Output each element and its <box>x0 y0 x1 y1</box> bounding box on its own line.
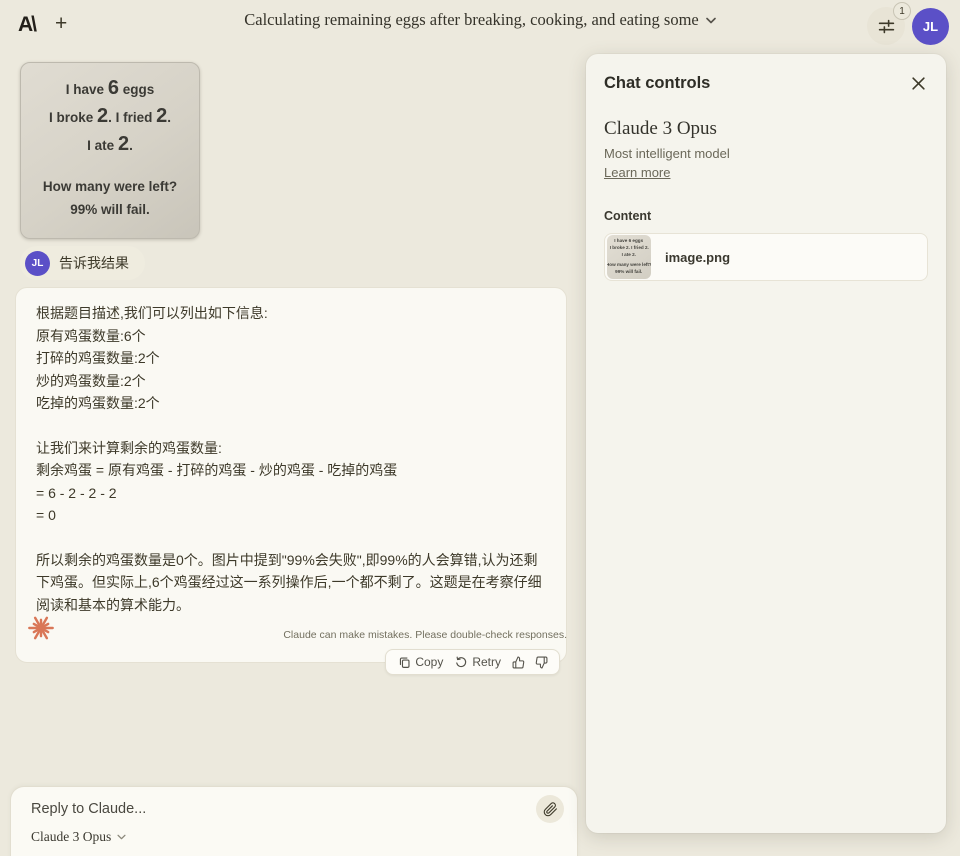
user-message-text: 告诉我结果 <box>59 255 129 271</box>
model-selector[interactable]: Claude 3 Opus <box>31 829 126 845</box>
image-text-line: I ate 2. <box>87 133 133 155</box>
user-avatar-menu[interactable]: JL <box>912 8 949 45</box>
message-line: 原有鸡蛋数量:6个 <box>36 327 146 344</box>
message-line: 根据题目描述,我们可以列出如下信息: <box>36 305 268 321</box>
paperclip-icon <box>543 801 558 817</box>
assistant-paragraph: 根据题目描述,我们可以列出如下信息: 原有鸡蛋数量:6个 打碎的鸡蛋数量:2个 … <box>36 302 546 415</box>
message-line: 吃掉的鸡蛋数量:2个 <box>36 395 160 411</box>
file-name: image.png <box>665 249 731 265</box>
learn-more-link[interactable]: Learn more <box>604 165 670 180</box>
image-text-line: I have 6 eggs <box>65 77 155 99</box>
retry-button[interactable]: Retry <box>450 648 506 677</box>
copy-icon <box>398 656 411 669</box>
copy-button[interactable]: Copy <box>393 648 448 677</box>
user-message-avatar: JL <box>25 250 50 276</box>
message-line: = 6 - 2 - 2 - 2 <box>36 484 117 501</box>
message-line: 打碎的鸡蛋数量:2个 <box>36 350 160 366</box>
claude-logo-icon <box>27 614 55 642</box>
chat-title-dropdown[interactable]: Calculating remaining eggs after breakin… <box>244 10 716 30</box>
message-line: 让我们来计算剩余的鸡蛋数量: <box>36 439 222 456</box>
assistant-paragraph: 让我们来计算剩余的鸡蛋数量: 剩余鸡蛋 = 原有鸡蛋 - 打碎的鸡蛋 - 炒的鸡… <box>36 437 546 527</box>
reply-input[interactable] <box>31 798 491 820</box>
disclaimer-text: Claude can make mistakes. Please double-… <box>283 629 567 641</box>
message-line: = 0 <box>36 507 56 523</box>
attach-file-button[interactable] <box>536 795 564 823</box>
anthropic-logo[interactable]: A\ <box>18 13 37 37</box>
message-line: 剩余鸡蛋 = 原有鸡蛋 - 打碎的鸡蛋 - 炒的鸡蛋 - 吃掉的鸡蛋 <box>36 462 398 478</box>
image-text-line: I broke 2. I fried 2. <box>48 105 172 127</box>
notification-badge: 1 <box>893 2 911 20</box>
content-file-item[interactable]: I have 6 eggs I broke 2. I fried 2. I at… <box>604 233 928 281</box>
message-actions: Copy Retry <box>385 649 560 675</box>
panel-model-description: Most intelligent model <box>604 146 730 161</box>
panel-title: Chat controls <box>604 74 711 92</box>
sliders-icon <box>878 18 895 35</box>
message-line: 炒的鸡蛋数量:2个 <box>36 372 146 389</box>
close-icon <box>911 76 926 91</box>
assistant-message: 根据题目描述,我们可以列出如下信息: 原有鸡蛋数量:6个 打碎的鸡蛋数量:2个 … <box>15 287 567 675</box>
file-thumbnail: I have 6 eggs I broke 2. I fried 2. I at… <box>607 235 651 279</box>
assistant-paragraph: 所以剩余的鸡蛋数量是0个。图片中提到"99%会失败",即99%的人会算错,认为还… <box>36 551 542 613</box>
user-message: JL 告诉我结果 <box>20 246 145 280</box>
chevron-down-icon <box>705 17 716 24</box>
reply-composer[interactable]: Claude 3 Opus <box>10 786 578 856</box>
retry-icon <box>455 656 468 669</box>
image-text-line: How many were left? <box>42 179 178 194</box>
chevron-down-icon <box>117 834 126 840</box>
thumbs-down-button[interactable] <box>531 653 552 672</box>
model-selector-label: Claude 3 Opus <box>31 829 112 844</box>
thumbs-up-button[interactable] <box>508 653 529 672</box>
thumbs-up-icon <box>512 656 525 669</box>
attached-image-egg-puzzle[interactable]: I have 6 eggs I broke 2. I fried 2. I at… <box>20 62 200 239</box>
thumbs-down-icon <box>535 656 548 669</box>
content-heading: Content <box>604 209 652 223</box>
new-chat-button[interactable]: + <box>55 12 67 36</box>
top-bar: A\ + Calculating remaining eggs after br… <box>0 0 960 52</box>
image-text-line: 99% will fail. <box>70 202 150 217</box>
close-panel-button[interactable] <box>909 74 928 93</box>
chat-title: Calculating remaining eggs after breakin… <box>244 10 699 29</box>
chat-controls-panel: Chat controls Claude 3 Opus Most intelli… <box>586 54 946 833</box>
panel-model-name: Claude 3 Opus <box>604 118 717 139</box>
